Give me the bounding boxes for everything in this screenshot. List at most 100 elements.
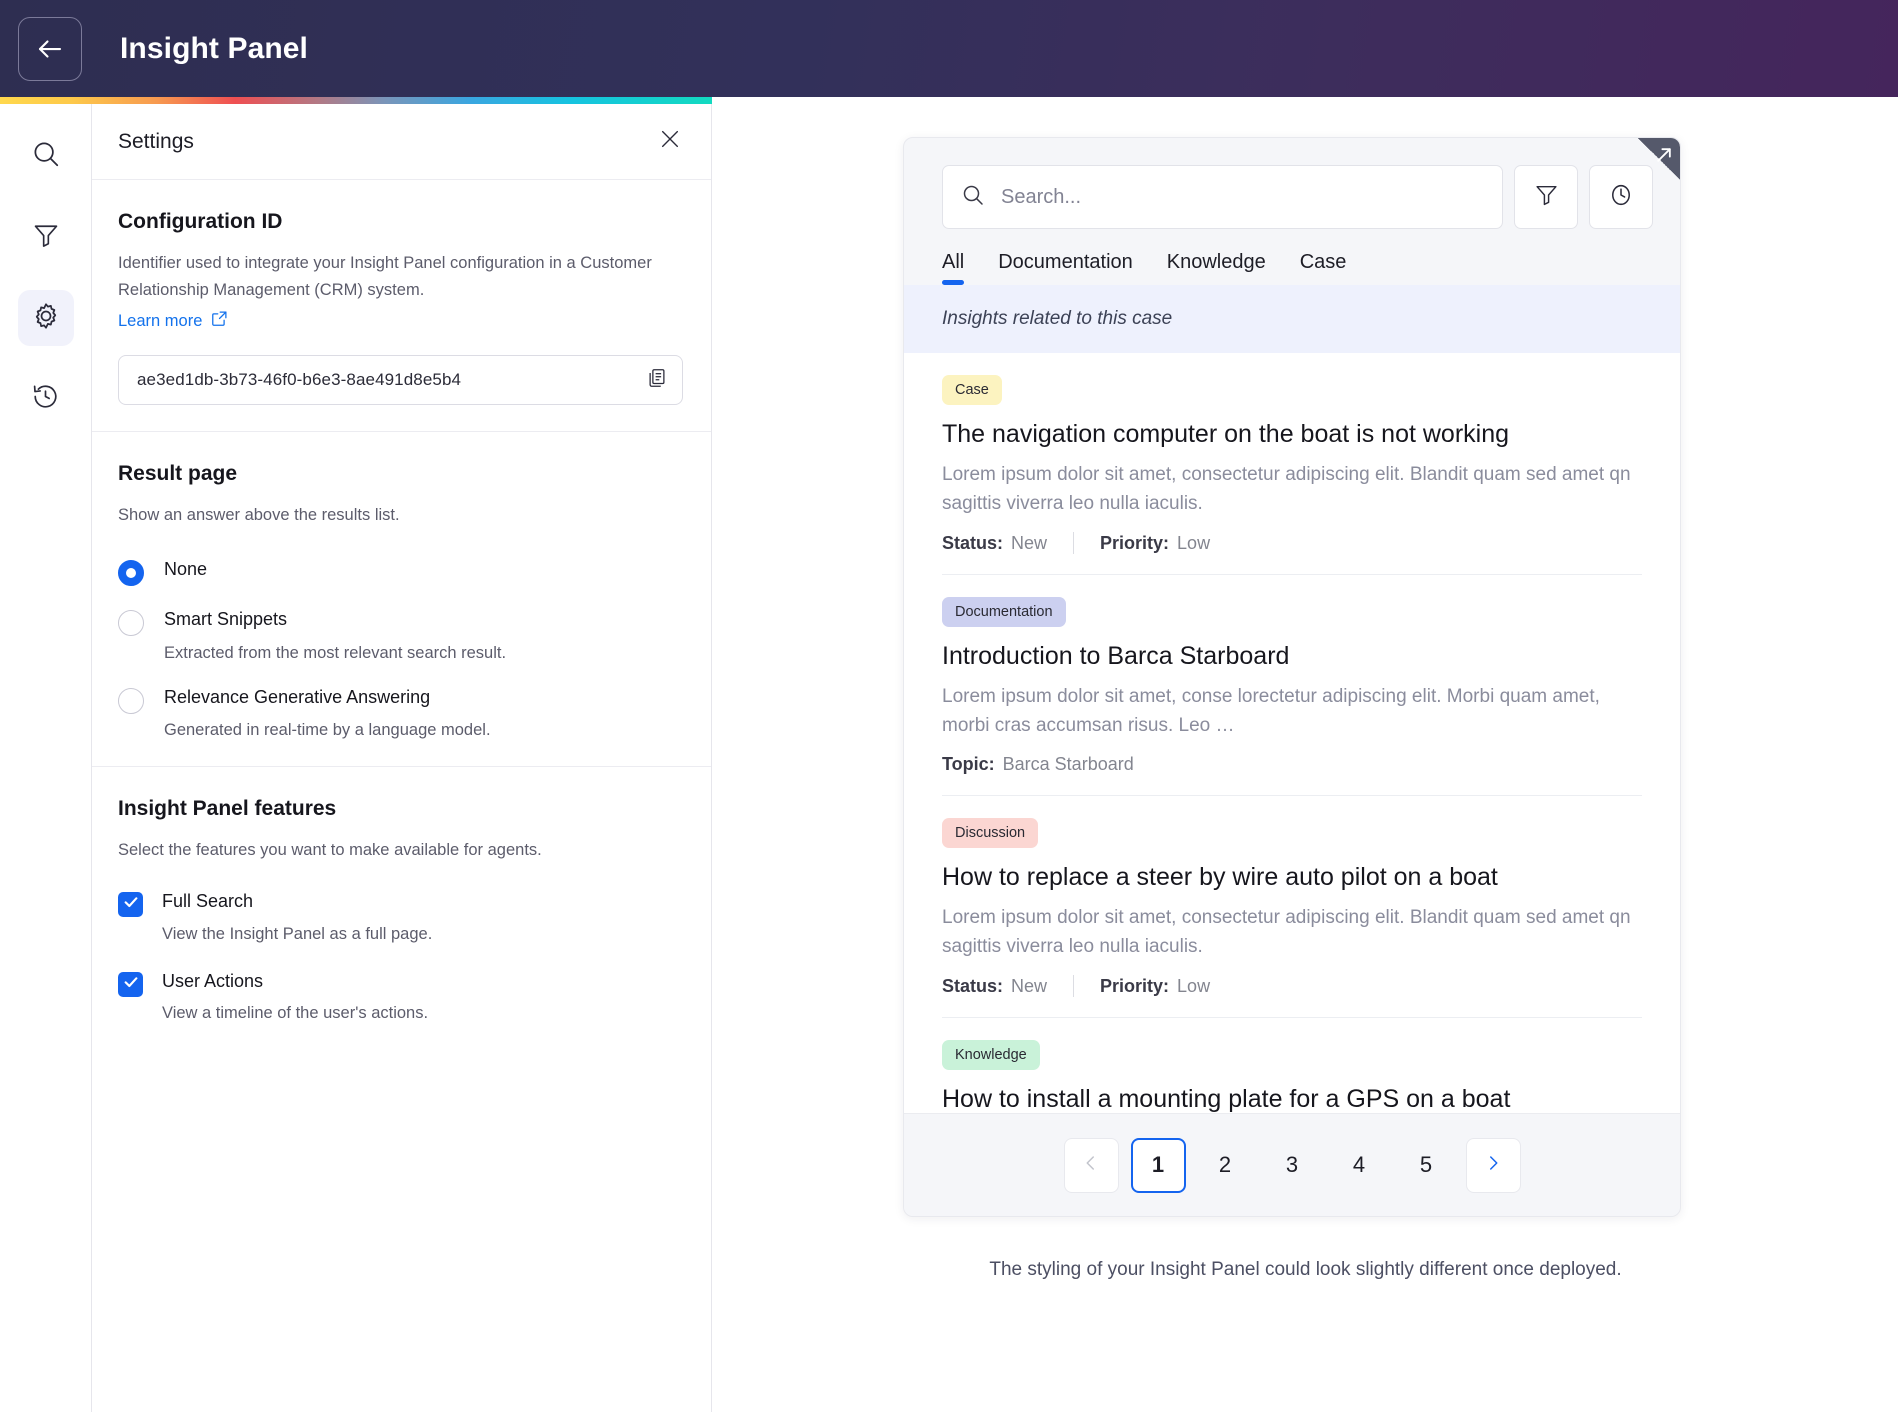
meta-divider	[1073, 532, 1075, 554]
features-heading: Insight Panel features	[118, 797, 337, 821]
radio-option-smart-snippets[interactable]: Smart Snippets Extracted from the most r…	[118, 609, 683, 663]
result-title[interactable]: How to install a mounting plate for a GP…	[942, 1084, 1642, 1115]
feature-user-actions-label: User Actions	[162, 970, 264, 991]
brand-gradient-rule	[0, 97, 712, 104]
result-meta-key: Status:	[942, 975, 1004, 996]
result-meta-value: Low	[1177, 975, 1211, 996]
tab-documentation[interactable]: Documentation	[998, 251, 1133, 285]
pagination-page-1[interactable]: 1	[1130, 1137, 1186, 1193]
configuration-id-value: ae3ed1db-3b73-46f0-b6e3-8ae491d8e5b4	[137, 370, 462, 390]
preview-footnote: The styling of your Insight Panel could …	[989, 1259, 1622, 1280]
rail-item-filter[interactable]	[18, 209, 74, 265]
insight-panel-preview-widget: Search... All Documentation Knowledge Ca…	[903, 137, 1681, 1217]
feature-full-search-sub: View the Insight Panel as a full page.	[162, 924, 433, 943]
result-snippet: Lorem ipsum dolor sit amet, consectetur …	[942, 906, 1631, 957]
radio-none-label: None	[164, 559, 208, 580]
configuration-id-description: Identifier used to integrate your Insigh…	[118, 254, 652, 299]
result-title[interactable]: How to replace a steer by wire auto pilo…	[942, 862, 1642, 893]
pagination-prev-button[interactable]	[1063, 1137, 1119, 1193]
pagination-next-button[interactable]	[1465, 1137, 1521, 1193]
radio-smart-snippets-sub: Extracted from the most relevant search …	[164, 643, 507, 662]
preview-search-row: Search...	[904, 138, 1680, 229]
radio-option-rga[interactable]: Relevance Generative Answering Generated…	[118, 687, 683, 741]
features-description: Select the features you want to make ava…	[118, 841, 542, 860]
radio-none[interactable]	[118, 560, 144, 587]
chevron-left-icon	[1082, 1152, 1100, 1178]
result-meta-key: Topic:	[942, 754, 995, 774]
tab-all[interactable]: All	[942, 251, 965, 285]
result-page-heading: Result page	[118, 462, 238, 486]
result-meta-value: Low	[1177, 532, 1211, 553]
result-meta-value: New	[1011, 975, 1048, 996]
settings-panel: Settings Configuration ID Identifier use…	[92, 104, 712, 1412]
result-meta: Status: New Priority: Low	[942, 532, 1642, 554]
result-meta-key: Priority:	[1100, 975, 1170, 996]
resize-handle[interactable]	[1638, 138, 1680, 180]
search-icon	[961, 183, 985, 212]
result-title[interactable]: The navigation computer on the boat is n…	[942, 419, 1642, 450]
pagination-page-5[interactable]: 5	[1399, 1138, 1454, 1193]
feature-full-search-label: Full Search	[162, 891, 254, 912]
result-meta-value: Barca Starboard	[1002, 754, 1134, 774]
learn-more-link[interactable]: Learn more	[118, 310, 228, 332]
radio-smart-snippets[interactable]	[118, 610, 144, 637]
result-snippet: Lorem ipsum dolor sit amet, conse lorect…	[942, 685, 1600, 736]
copy-configuration-id-button[interactable]	[646, 367, 668, 394]
configuration-id-field[interactable]: ae3ed1db-3b73-46f0-b6e3-8ae491d8e5b4	[118, 355, 683, 406]
rail-item-settings[interactable]	[17, 290, 74, 346]
pagination-page-4[interactable]: 4	[1332, 1138, 1387, 1193]
copy-icon	[646, 367, 668, 394]
check-icon	[123, 894, 139, 915]
pagination: 1 2 3 4 5	[904, 1113, 1680, 1216]
history-icon	[31, 382, 60, 416]
meta-divider	[1073, 975, 1075, 997]
preview-area: Search... All Documentation Knowledge Ca…	[713, 104, 1898, 1412]
search-icon	[31, 139, 61, 174]
radio-option-none[interactable]: None	[118, 559, 683, 587]
filter-icon	[1534, 182, 1559, 212]
search-placeholder: Search...	[1001, 185, 1082, 208]
result-badge: Documentation	[942, 597, 1066, 627]
result-meta: Status: New Priority: Low	[942, 975, 1642, 997]
feature-user-actions[interactable]: User Actions View a timeline of the user…	[118, 971, 683, 1024]
configuration-id-heading: Configuration ID	[118, 210, 283, 233]
tab-case[interactable]: Case	[1300, 251, 1347, 285]
checkbox-user-actions[interactable]	[118, 971, 143, 997]
insight-panel-page: Insight Panel Settings Configuration ID …	[0, 0, 1898, 1412]
feature-user-actions-sub: View a timeline of the user's actions.	[162, 1004, 429, 1023]
result-badge: Case	[942, 375, 1002, 405]
tab-knowledge[interactable]: Knowledge	[1167, 251, 1266, 285]
search-input[interactable]: Search...	[942, 165, 1503, 229]
result-title[interactable]: Introduction to Barca Starboard	[942, 641, 1642, 672]
insights-banner: Insights related to this case	[904, 285, 1680, 353]
result-item[interactable]: Discussion How to replace a steer by wir…	[942, 796, 1642, 1018]
pagination-page-3[interactable]: 3	[1265, 1138, 1320, 1193]
close-settings-button[interactable]	[657, 129, 683, 155]
result-snippet: Lorem ipsum dolor sit amet, consectetur …	[942, 463, 1631, 514]
preview-filter-button[interactable]	[1514, 165, 1578, 229]
checkbox-full-search[interactable]	[118, 892, 143, 918]
rail-item-search[interactable]	[18, 128, 74, 184]
back-button[interactable]	[18, 16, 82, 81]
result-page-description: Show an answer above the results list.	[118, 506, 400, 525]
rail-item-history[interactable]	[18, 371, 74, 427]
learn-more-label: Learn more	[118, 311, 203, 330]
chevron-right-icon	[1484, 1152, 1502, 1178]
radio-rga-label: Relevance Generative Answering	[164, 686, 431, 707]
gear-icon	[31, 301, 61, 336]
results-list: Case The navigation computer on the boat…	[904, 353, 1680, 1135]
external-link-icon	[211, 310, 228, 332]
result-badge: Discussion	[942, 818, 1039, 848]
result-item[interactable]: Case The navigation computer on the boat…	[942, 353, 1642, 575]
filter-icon	[32, 221, 60, 254]
radio-rga-sub: Generated in real-time by a language mod…	[164, 721, 491, 740]
pagination-page-2[interactable]: 2	[1198, 1138, 1253, 1193]
close-icon	[659, 128, 681, 155]
result-item[interactable]: Documentation Introduction to Barca Star…	[942, 575, 1642, 796]
preview-tabs: All Documentation Knowledge Case	[904, 229, 1680, 285]
insight-panel-features-section: Insight Panel features Select the featur…	[92, 767, 711, 1049]
settings-title: Settings	[118, 129, 194, 153]
feature-full-search[interactable]: Full Search View the Insight Panel as a …	[118, 891, 683, 944]
gradient-rule-filler	[712, 97, 1898, 104]
radio-rga[interactable]	[118, 687, 144, 714]
